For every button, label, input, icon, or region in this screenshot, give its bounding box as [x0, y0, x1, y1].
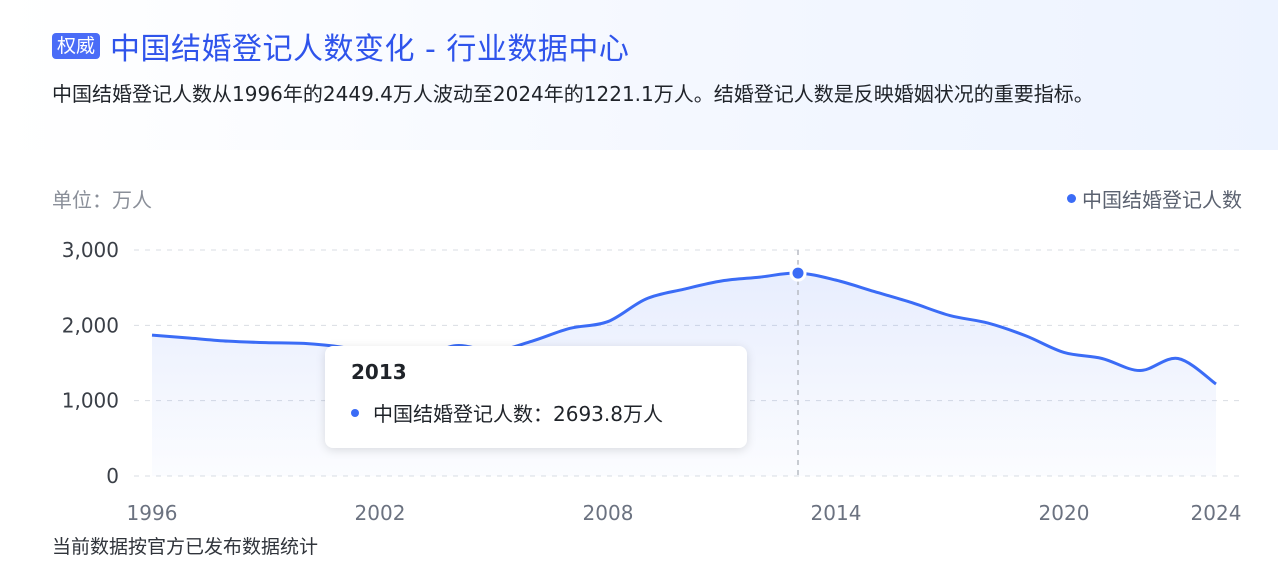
tooltip-series-marker: [351, 408, 359, 417]
line-chart[interactable]: 0 1,000 2,000 3,000 1996 2002 2008 2014 2020 2024: [0, 0, 1278, 569]
x-tick-label: 1996: [127, 501, 178, 525]
x-tick-label: 2020: [1039, 501, 1090, 525]
data-source-note: 当前数据按官方已发布数据统计: [52, 536, 319, 558]
x-tick-label: 2024: [1191, 501, 1242, 525]
tooltip-series-label: 中国结婚登记人数: [373, 402, 533, 426]
y-tick-label: 0: [106, 464, 119, 488]
highlight-point: [789, 264, 807, 282]
x-tick-label: 2002: [355, 501, 406, 525]
chart-tooltip: 2013 中国结婚登记人数 ： 2693.8万人: [325, 346, 747, 448]
tooltip-value: 2693.8万人: [553, 402, 663, 426]
y-tick-label: 2,000: [62, 313, 119, 337]
x-tick-label: 2008: [583, 501, 634, 525]
y-tick-label: 3,000: [62, 238, 119, 262]
y-tick-label: 1,000: [62, 389, 119, 413]
tooltip-separator: ：: [533, 402, 553, 426]
x-tick-label: 2014: [811, 501, 862, 525]
tooltip-row: 中国结婚登记人数 ： 2693.8万人: [351, 398, 721, 427]
tooltip-year: 2013: [351, 360, 407, 384]
